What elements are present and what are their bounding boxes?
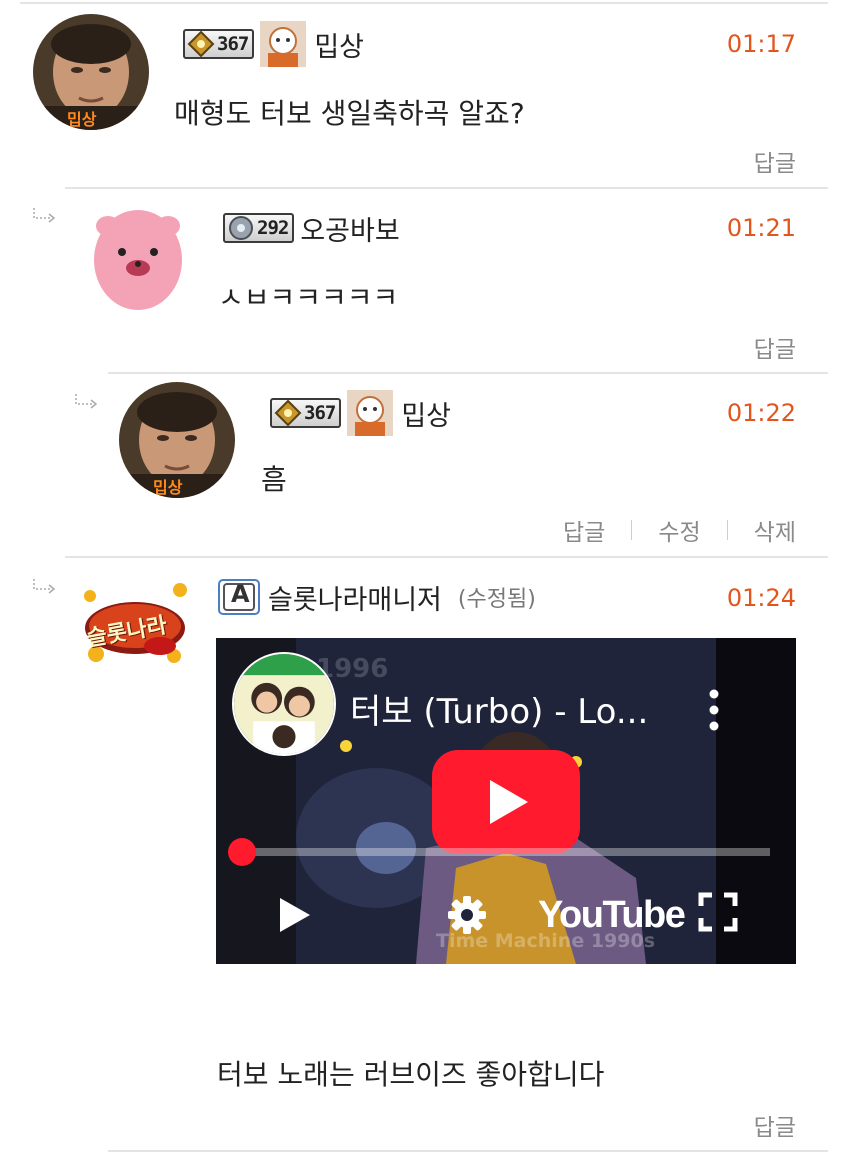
level-badge: 292 — [223, 213, 295, 243]
comment-time: 01:24 — [726, 584, 796, 612]
avatar-tag: 밉상 — [67, 110, 97, 129]
reply-button[interactable]: 답글 — [563, 513, 605, 547]
delete-button[interactable]: 삭제 — [754, 513, 796, 547]
reply-button[interactable]: 답글 — [754, 330, 796, 364]
more-options-icon[interactable] — [708, 688, 720, 732]
nickname[interactable]: 오공바보 — [300, 209, 399, 248]
comment-time: 01:22 — [726, 399, 796, 427]
comment-time: 01:17 — [726, 30, 796, 58]
comment-divider — [65, 556, 828, 558]
admin-letter: A — [231, 580, 250, 608]
rank-emblem-icon — [187, 30, 215, 58]
character-pic-icon — [260, 21, 307, 67]
fullscreen-icon[interactable] — [698, 892, 738, 932]
comment-text: ㅅㅂㅋㅋㅋㅋㅋ — [218, 281, 399, 304]
nickname[interactable]: 밉상 — [314, 25, 364, 64]
nickname[interactable]: 슬롯나라매니저 — [268, 578, 442, 617]
action-separator — [631, 520, 633, 540]
avatar[interactable]: 슬롯나라 — [76, 576, 194, 676]
reply-arrow-icon — [33, 208, 56, 223]
channel-thumbnail-icon — [234, 654, 334, 754]
action-separator — [726, 520, 728, 540]
pink-beaver-icon — [88, 200, 188, 316]
comment-header: 367 밉상 — [183, 21, 364, 67]
rank-emblem-icon — [229, 216, 253, 240]
youtube-play-icon[interactable] — [432, 750, 580, 854]
level-badge: 367 — [270, 398, 342, 428]
reply-arrow-icon — [75, 394, 98, 409]
level-badge: 367 — [183, 29, 255, 59]
video-watermark: Time Machine 1990s — [436, 930, 656, 952]
comment-header: A 슬롯나라매니저 (수정됨) — [218, 574, 536, 620]
comment-text: 흠 — [261, 463, 287, 496]
level-number: 292 — [257, 217, 289, 239]
youtube-embed[interactable]: 1996 터보 (Turbo) - Lo... YouTube Time Mac… — [216, 638, 796, 964]
reply-button[interactable]: 답글 — [754, 1108, 796, 1142]
top-divider — [20, 2, 828, 4]
comment-divider — [65, 187, 828, 189]
rank-emblem-icon — [274, 399, 302, 427]
comment-text: 매형도 터보 생일축하곡 알죠? — [174, 97, 525, 130]
avatar[interactable]: 밉상 — [119, 382, 235, 498]
avatar[interactable]: 밉상 — [33, 14, 149, 130]
level-number: 367 — [304, 402, 336, 424]
reply-arrow-icon — [33, 579, 56, 594]
comment-header: 292 오공바보 — [223, 205, 400, 251]
edit-button[interactable]: 수정 — [658, 513, 700, 547]
avatar-tag: 밉상 — [153, 478, 183, 497]
edited-label: (수정됨) — [457, 587, 536, 612]
level-number: 367 — [217, 33, 249, 55]
reply-button[interactable]: 답글 — [754, 144, 796, 178]
comment-header: 367 밉상 — [270, 390, 451, 436]
comment-text: 터보 노래는 러브이즈 좋아합니다 — [217, 1058, 605, 1091]
nickname[interactable]: 밉상 — [401, 394, 451, 433]
progress-scrubber[interactable] — [228, 838, 256, 866]
play-icon[interactable] — [278, 896, 312, 934]
comment-actions: 답글 — [754, 144, 796, 178]
comment-actions: 답글 — [754, 1108, 796, 1142]
progress-bar[interactable] — [242, 848, 770, 856]
comment-actions: 답글 수정 삭제 — [563, 513, 796, 547]
channel-avatar[interactable] — [232, 652, 336, 756]
character-pic-icon — [347, 390, 394, 436]
avatar[interactable] — [88, 200, 188, 316]
comment-divider — [108, 372, 828, 374]
video-title[interactable]: 터보 (Turbo) - Lo... — [350, 684, 648, 733]
comment-divider — [108, 1150, 828, 1152]
comment-actions: 답글 — [754, 330, 796, 364]
comment-time: 01:21 — [726, 214, 796, 242]
